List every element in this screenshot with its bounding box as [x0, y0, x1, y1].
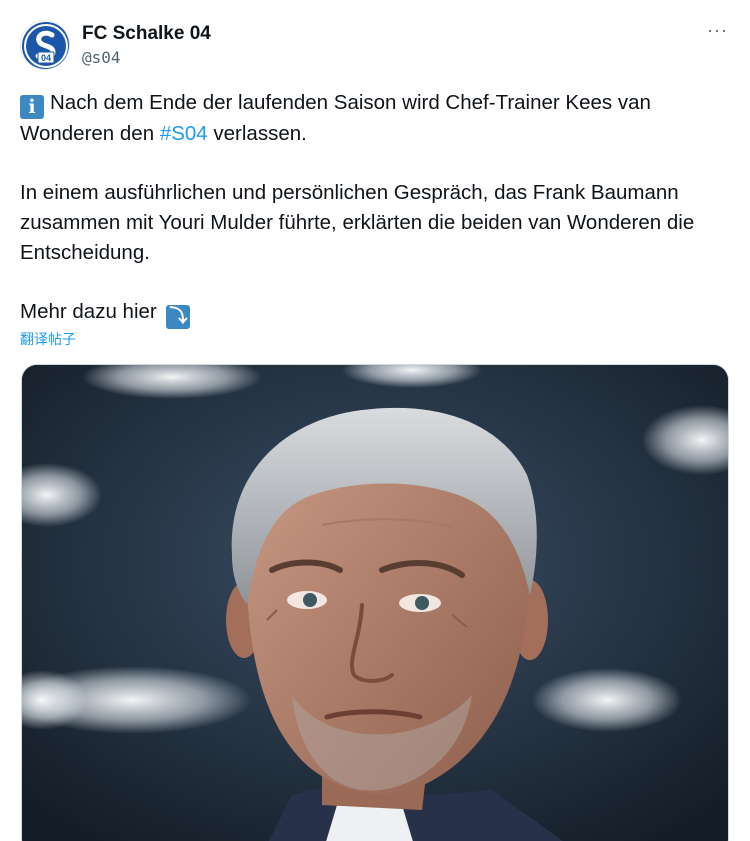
info-emoji-icon: i [20, 95, 44, 119]
more-here-text: Mehr dazu hier [20, 300, 163, 323]
avatar[interactable]: 04 [20, 20, 70, 70]
more-horizontal-icon[interactable]: ··· [707, 20, 728, 41]
post-text-part-1: Nach dem Ende der laufenden Saison wird … [20, 91, 651, 145]
schalke-crest-icon: 04 [22, 22, 69, 69]
display-name[interactable]: FC Schalke 04 [82, 22, 211, 46]
post-text: i Nach dem Ende der laufenden Saison wird… [20, 88, 725, 329]
post-text-part-2: verlassen. [207, 122, 307, 145]
arrow-down-right-emoji-icon: ⤵ [166, 305, 191, 329]
crest-text: 04 [41, 53, 51, 63]
post-header: 04 FC Schalke 04 @s04 ··· [20, 20, 730, 72]
post-paragraph-1: i Nach dem Ende der laufenden Saison wird… [20, 88, 725, 149]
post-paragraph-3: Mehr dazu hier ⤵ [20, 297, 725, 329]
hashtag-link[interactable]: #S04 [160, 122, 208, 145]
translate-post-link[interactable]: 翻译帖子 [20, 330, 76, 350]
post-media-photo[interactable] [21, 364, 729, 841]
user-handle[interactable]: @s04 [82, 46, 211, 70]
bokeh-light [532, 668, 682, 732]
author-block: FC Schalke 04 @s04 [82, 22, 211, 70]
post-paragraph-2: In einem ausführlichen und persönlichen … [20, 181, 695, 264]
tweet-post: 04 FC Schalke 04 @s04 ··· i Nach dem Ende… [0, 0, 750, 841]
photo-coach-portrait [22, 365, 728, 841]
